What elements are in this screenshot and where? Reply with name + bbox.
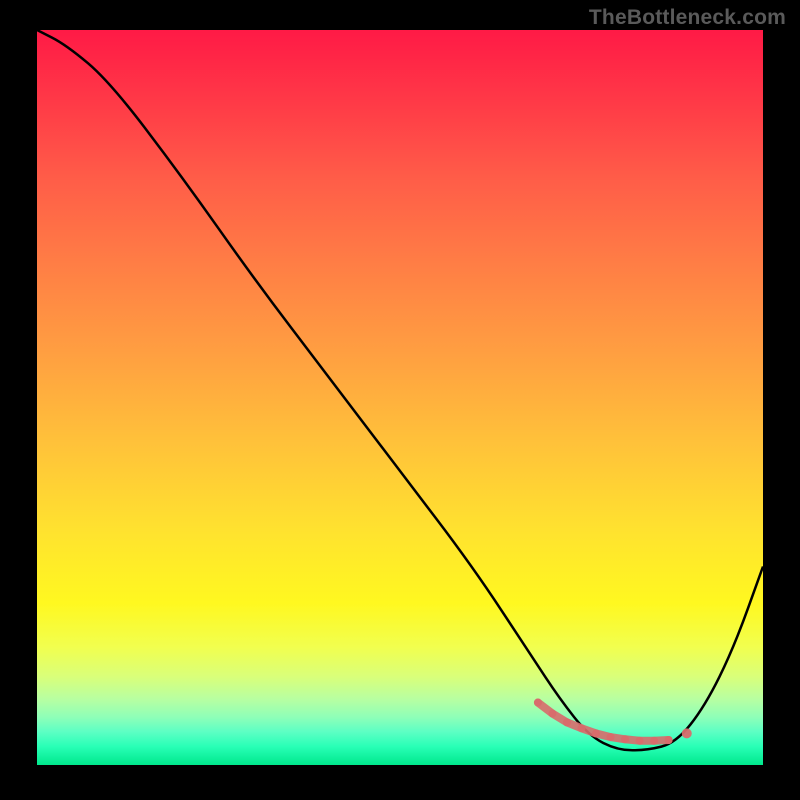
optimal-marker	[563, 718, 571, 726]
optimal-marker	[682, 728, 692, 738]
bottleneck-curve	[37, 30, 763, 750]
optimal-marker	[607, 733, 615, 741]
watermark-text: TheBottleneck.com	[589, 6, 786, 30]
optimal-range-track	[538, 703, 669, 741]
optimal-range-markers	[534, 699, 692, 745]
chart-svg	[37, 30, 763, 765]
optimal-marker	[592, 729, 600, 737]
optimal-marker	[548, 710, 556, 718]
optimal-marker	[534, 699, 542, 707]
optimal-marker	[636, 737, 644, 745]
optimal-marker	[621, 735, 629, 743]
chart-container: TheBottleneck.com	[0, 0, 800, 800]
optimal-marker	[578, 724, 586, 732]
optimal-marker	[650, 737, 658, 745]
plot-area	[37, 30, 763, 765]
optimal-marker	[665, 736, 673, 744]
